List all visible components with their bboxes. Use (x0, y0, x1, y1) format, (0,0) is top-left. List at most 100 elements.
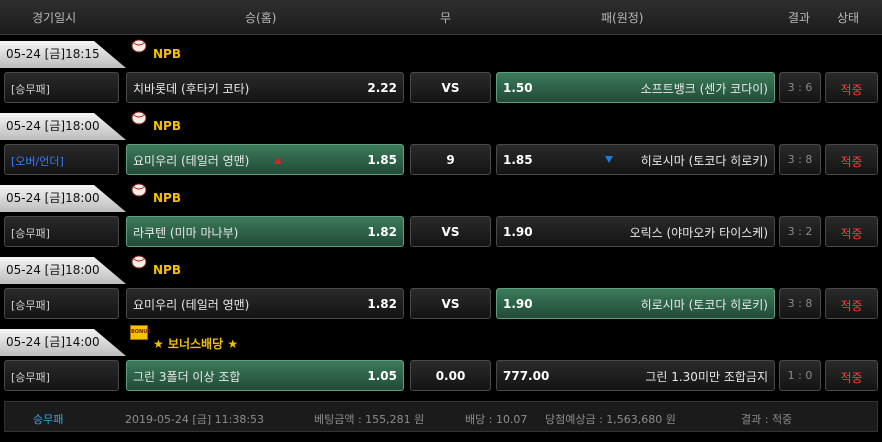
league-name: NPB (153, 263, 181, 277)
score: 3 : 2 (787, 225, 813, 238)
draw-value: 0.00 (435, 369, 466, 383)
home-odds: 2.22 (367, 81, 397, 95)
match-date: 05-24 [금]14:00 (0, 329, 126, 356)
status-badge: 적중 (840, 83, 863, 97)
match-section: 05-24 [금]18:00 NPB [승무패] 라쿠텐 (미마 마나부) 1.… (0, 179, 882, 251)
bet-type: [승무패] (4, 288, 119, 319)
away-odds: 1.90 (503, 225, 533, 239)
home-odds: 1.05 (367, 369, 397, 383)
league-name: NPB (153, 191, 181, 205)
bet-summary: 승무패 2019-05-24 [금] 11:38:53 베팅금액 : 155,2… (4, 401, 878, 432)
bet-type: [승무패] (4, 360, 119, 391)
match-section: 05-24 [금]14:00 BONUS ★ 보너스배당 ★ [승무패] 그린 … (0, 323, 882, 395)
summary-expected-win: 당첨예상금 : 1,563,680 원 (545, 413, 676, 426)
bonus-icon: BONUS (130, 325, 151, 340)
draw-button[interactable]: 0.00 (410, 360, 491, 391)
away-team: 히로시마 (토코다 히로키) (640, 154, 768, 168)
bet-type: [승무패] (4, 72, 119, 103)
summary-type: 승무패 (33, 413, 64, 426)
match-result: 1 : 0 (779, 360, 821, 391)
draw-value: VS (441, 297, 460, 311)
score: 3 : 8 (787, 297, 813, 310)
status-badge: 적중 (840, 371, 863, 385)
match-result: 3 : 8 (779, 144, 821, 175)
draw-value: 9 (446, 153, 455, 167)
away-odds: 1.50 (503, 81, 533, 95)
draw-button[interactable]: VS (410, 216, 491, 247)
bet-type-label: [승무패] (11, 299, 50, 312)
match-section: 05-24 [금]18:00 NPB [오버/언더] 요미우리 (테일러 영맨)… (0, 107, 882, 179)
home-odds-button[interactable]: 요미우리 (테일러 영맨) 1.82 (126, 288, 404, 319)
bet-type-label: [승무패] (11, 83, 50, 96)
match-date: 05-24 [금]18:15 (0, 41, 126, 68)
match-section: 05-24 [금]18:00 NPB [승무패] 요미우리 (테일러 영맨) 1… (0, 251, 882, 323)
away-odds: 777.00 (503, 369, 550, 383)
header-status: 상태 (837, 11, 860, 25)
baseball-icon (131, 183, 147, 197)
draw-button[interactable]: VS (410, 72, 491, 103)
header-away: 패(원정) (601, 11, 644, 25)
away-odds-button[interactable]: 1.85 히로시마 (토코다 히로키) (496, 144, 775, 175)
match-result: 3 : 8 (779, 288, 821, 319)
match-result: 3 : 6 (779, 72, 821, 103)
home-team: 그린 3폴더 이상 조합 (133, 370, 241, 384)
header-result: 결과 (788, 11, 811, 25)
draw-value: VS (441, 81, 460, 95)
summary-odds: 배당 : 10.07 (465, 413, 528, 426)
score: 3 : 6 (787, 81, 813, 94)
baseball-icon (131, 255, 147, 269)
match-date: 05-24 [금]18:00 (0, 185, 126, 212)
table-header: 경기일시 승(홈) 무 패(원정) 결과 상태 (0, 0, 882, 35)
away-odds: 1.90 (503, 297, 533, 311)
over-arrow-up-icon (274, 157, 282, 164)
home-team: 요미우리 (테일러 영맨) (133, 298, 250, 312)
home-odds: 1.82 (367, 297, 397, 311)
header-draw: 무 (440, 11, 452, 25)
score: 3 : 8 (787, 153, 813, 166)
summary-datetime: 2019-05-24 [금] 11:38:53 (125, 413, 265, 426)
baseball-icon (131, 39, 147, 53)
handicap-line[interactable]: 9 (410, 144, 491, 175)
home-odds-button[interactable]: 그린 3폴더 이상 조합 1.05 (126, 360, 404, 391)
home-team: 요미우리 (테일러 영맨) (133, 154, 250, 168)
bet-type: [오버/언더] (4, 144, 119, 175)
match-status: 적중 (825, 72, 878, 103)
match-date: 05-24 [금]18:00 (0, 113, 126, 140)
league-name: NPB (153, 47, 181, 61)
bet-type-label: [오버/언더] (11, 155, 64, 168)
home-team: 치바롯데 (후타키 코타) (133, 82, 250, 96)
draw-value: VS (441, 225, 460, 239)
home-team: 라쿠텐 (미마 마나부) (133, 226, 239, 240)
status-badge: 적중 (840, 227, 863, 241)
under-arrow-down-icon (605, 156, 613, 163)
bet-type-label: [승무패] (11, 371, 50, 384)
match-status: 적중 (825, 360, 878, 391)
bet-type-label: [승무패] (11, 227, 50, 240)
away-team: 그린 1.30미만 조합금지 (645, 370, 768, 384)
match-status: 적중 (825, 144, 878, 175)
home-odds-button[interactable]: 라쿠텐 (미마 마나부) 1.82 (126, 216, 404, 247)
home-odds: 1.82 (367, 225, 397, 239)
home-odds-button[interactable]: 치바롯데 (후타키 코타) 2.22 (126, 72, 404, 103)
league-name: NPB (153, 119, 181, 133)
home-odds: 1.85 (367, 153, 397, 167)
draw-button[interactable]: VS (410, 288, 491, 319)
away-odds-button[interactable]: 1.90 오릭스 (야마오카 타이스케) (496, 216, 775, 247)
score: 1 : 0 (787, 369, 813, 382)
away-team: 오릭스 (야마오카 타이스케) (629, 226, 768, 240)
match-date: 05-24 [금]18:00 (0, 257, 126, 284)
match-status: 적중 (825, 216, 878, 247)
match-result: 3 : 2 (779, 216, 821, 247)
match-status: 적중 (825, 288, 878, 319)
summary-result: 결과 : 적중 (741, 413, 793, 426)
away-odds-button[interactable]: 1.50 소프트뱅크 (센가 코다이) (496, 72, 775, 103)
away-odds: 1.85 (503, 153, 533, 167)
summary-bet-amount: 베팅금액 : 155,281 원 (314, 413, 425, 426)
status-badge: 적중 (840, 155, 863, 169)
header-home: 승(홈) (245, 11, 277, 25)
league-name: ★ 보너스배당 ★ (153, 337, 239, 351)
away-odds-button[interactable]: 777.00 그린 1.30미만 조합금지 (496, 360, 775, 391)
home-odds-button[interactable]: 요미우리 (테일러 영맨) 1.85 (126, 144, 404, 175)
away-odds-button[interactable]: 1.90 히로시마 (토코다 히로키) (496, 288, 775, 319)
status-badge: 적중 (840, 299, 863, 313)
